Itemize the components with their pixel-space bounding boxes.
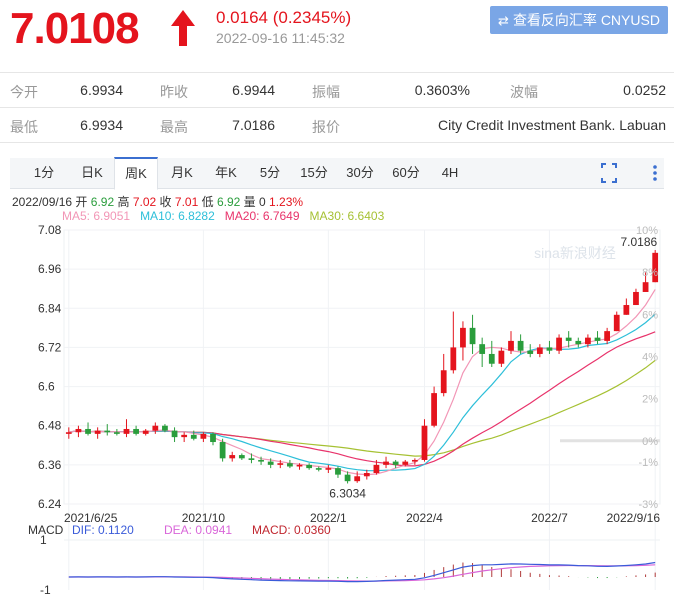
candle-body (498, 350, 505, 364)
candle-body (450, 347, 457, 371)
candle-body (65, 432, 72, 434)
candle-body (315, 468, 322, 470)
candle-body (536, 347, 543, 354)
candle-body (306, 464, 313, 469)
low-annotation: 6.3034 (329, 486, 366, 500)
candle-body (556, 337, 562, 351)
pct-tick-label: 0% (642, 436, 658, 448)
candle-body (383, 461, 389, 465)
candle-body (363, 473, 370, 477)
candle-body (508, 340, 514, 351)
plot-frame (63, 229, 661, 505)
y-tick-label: 6.72 (38, 340, 62, 354)
candle-body (344, 474, 351, 482)
ma5-line (68, 289, 656, 476)
y-tick-label: 6.36 (38, 458, 62, 472)
macd-value: MACD: 0.0360 (252, 523, 331, 537)
pct-tick-label: 2% (642, 394, 658, 406)
candle-body (527, 350, 534, 354)
candle-body (431, 393, 437, 426)
candle-body (469, 327, 476, 345)
candle-body (354, 476, 361, 482)
candle-body (248, 458, 255, 460)
candle-body (258, 459, 264, 462)
candle-body (85, 428, 91, 434)
candle-body (171, 430, 178, 438)
candle-body (219, 442, 226, 459)
x-tick-label: 2022/7 (531, 511, 568, 525)
pct-tick-label: 6% (642, 309, 658, 321)
y-tick-label: 6.24 (38, 497, 62, 511)
x-tick-label: 2022/9/16 (607, 511, 661, 525)
candle-body (200, 433, 207, 439)
y-tick-label: 6.96 (38, 262, 62, 276)
candle-body (94, 430, 101, 434)
candle-body (133, 428, 139, 434)
pct-tick-label: 8% (642, 267, 658, 279)
candle-body (460, 327, 466, 348)
candle-body (623, 305, 630, 315)
candle-body (152, 425, 159, 431)
ma20-line (68, 331, 656, 467)
candle-body (633, 291, 639, 306)
candle-body (123, 428, 130, 434)
macd-y-tick-label: -1 (40, 583, 51, 595)
y-tick-label: 7.08 (38, 223, 62, 237)
candle-body (585, 337, 591, 345)
dea-value: DEA: 0.0941 (164, 523, 232, 537)
candle-body (488, 353, 495, 364)
candle-body (575, 340, 582, 345)
candle-body (546, 347, 553, 351)
candle-body (594, 337, 601, 341)
candle-body (373, 464, 380, 474)
pct-tick-label: -1% (638, 457, 658, 469)
y-tick-label: 6.6 (38, 380, 55, 394)
candle-body (190, 434, 197, 439)
candle-body (325, 468, 332, 470)
dif-line (68, 561, 656, 583)
candle-body (440, 370, 447, 394)
candle-body (402, 461, 409, 465)
candle-body (479, 344, 486, 354)
candle-body (296, 464, 303, 467)
dif-value: DIF: 0.1120 (72, 523, 134, 537)
candle-body (642, 282, 649, 292)
candle-body (335, 468, 341, 475)
pct-tick-label: 4% (642, 351, 658, 363)
macd-label: MACD (28, 523, 64, 537)
candle-body (162, 425, 168, 431)
candle-body (421, 425, 428, 460)
y-tick-label: 6.84 (38, 301, 62, 315)
candle-body (277, 463, 284, 465)
candle-body (392, 461, 399, 465)
candle-body (210, 433, 216, 443)
candle-body (411, 459, 418, 462)
x-tick-label: 2022/4 (406, 511, 443, 525)
candle-body (565, 337, 572, 341)
candle-body (75, 428, 82, 433)
candle-body (238, 455, 245, 459)
macd-info: MACD DIF: 0.1120 DEA: 0.0941 MACD: 0.036… (28, 523, 331, 537)
candle-body (517, 340, 524, 351)
candlestick-chart[interactable]: sina新浪财经 7.08 6.96 6.84 6.72 6.6 6.48 6.36 6.24… (0, 0, 674, 595)
candle-body (267, 461, 274, 465)
candle-body (229, 455, 236, 459)
candle-body (142, 430, 149, 434)
candle-body (287, 463, 293, 467)
candle-body (604, 331, 611, 341)
y-tick-label: 6.48 (38, 419, 62, 433)
dea-line (68, 564, 656, 582)
high-annotation: 7.0186 (620, 235, 657, 249)
candle-body (181, 434, 188, 438)
candle-body (613, 314, 620, 332)
candle-body (113, 432, 120, 434)
pct-tick-label: -3% (638, 499, 658, 511)
watermark: sina新浪财经 (534, 245, 616, 261)
candle-body (104, 430, 111, 433)
